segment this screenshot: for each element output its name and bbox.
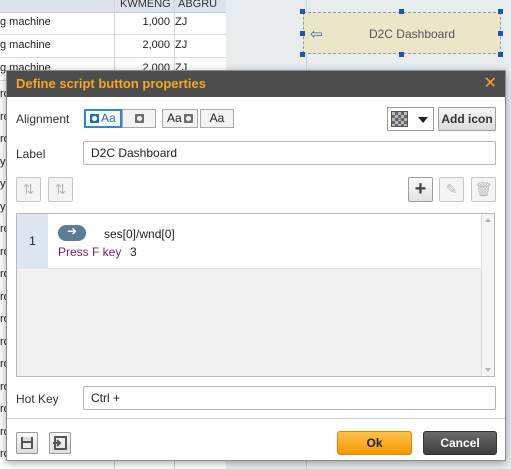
align-icon-only-button[interactable]	[122, 109, 156, 128]
resize-handle[interactable]	[300, 52, 305, 57]
icon-dropdown[interactable]	[387, 107, 434, 131]
cell-description: g machine	[0, 39, 51, 51]
script-step-row[interactable]: 1 ses[0]/wnd[0] Press F key 3	[17, 214, 481, 269]
cell-code: ZJ	[175, 16, 188, 28]
dialog-title: Define script button properties	[16, 76, 206, 91]
row-fragment-text: y	[0, 155, 6, 168]
add-icon-button[interactable]: Add icon	[438, 107, 496, 131]
move-down-icon[interactable]: ⇅	[48, 177, 73, 202]
table-row[interactable]: g machine 1,000 ZJ	[0, 12, 226, 35]
icon-preview	[391, 110, 408, 127]
column-header-kwmeng[interactable]: KWMENG	[120, 0, 171, 10]
arrow-right-icon	[58, 224, 86, 241]
align-text-only-button[interactable]: Aa	[200, 109, 234, 128]
align-option-text: Aa	[101, 111, 116, 125]
resize-handle[interactable]	[300, 9, 305, 14]
image-icon	[90, 114, 99, 123]
resize-handle[interactable]	[399, 9, 404, 14]
align-option-text: Aa	[167, 111, 182, 125]
step-action: Press F key	[58, 245, 122, 259]
cell-quantity: 2,000	[142, 39, 170, 51]
hotkey-input[interactable]: Ctrl +	[83, 386, 496, 410]
trash-icon[interactable]: 🗑	[471, 177, 496, 202]
image-icon	[134, 114, 144, 123]
step-value: 3	[130, 245, 137, 259]
resize-handle[interactable]	[498, 31, 503, 36]
scroll-up-icon[interactable]	[485, 218, 491, 222]
canvas-script-button[interactable]: ⇦ D2C Dashboard	[303, 12, 501, 54]
add-step-icon[interactable]: +	[408, 177, 433, 202]
step-target: ses[0]/wnd[0]	[104, 227, 175, 241]
close-icon[interactable]: ✕	[484, 71, 497, 97]
image-icon	[183, 114, 193, 123]
align-option-text: Aa	[209, 111, 225, 125]
scroll-down-icon[interactable]	[485, 368, 491, 372]
cell-code: ZJ	[175, 39, 188, 51]
column-header-abgru[interactable]: ABGRU	[178, 0, 217, 10]
label-input[interactable]: D2C Dashboard	[83, 141, 496, 165]
vertical-scrollbar[interactable]	[481, 214, 494, 376]
canvas-button-label: D2C Dashboard	[368, 27, 456, 41]
cell-quantity: 1,000	[142, 16, 170, 28]
chevron-down-icon	[418, 117, 428, 123]
import-icon[interactable]	[49, 432, 71, 454]
cell-description: g machine	[0, 16, 51, 28]
dialog-titlebar[interactable]: Define script button properties ✕	[7, 71, 505, 97]
hotkey-caption: Hot Key	[16, 392, 59, 406]
row-fragment-text: y	[0, 178, 6, 190]
save-icon[interactable]	[16, 432, 38, 454]
move-up-icon[interactable]: ⇅	[16, 177, 41, 202]
label-caption: Label	[16, 147, 46, 161]
edit-pencil-icon[interactable]: ✎	[439, 177, 464, 202]
table-row[interactable]: g machine 2,000 ZJ	[0, 35, 226, 58]
align-icon-right-button[interactable]: Aa	[162, 109, 198, 128]
resize-handle[interactable]	[300, 31, 305, 36]
alignment-label: Alignment	[16, 112, 70, 126]
footer-divider	[7, 418, 505, 419]
script-button-dialog: Define script button properties ✕ Alignm…	[6, 70, 506, 461]
row-fragment-text: y	[0, 200, 6, 213]
resize-handle[interactable]	[498, 52, 503, 57]
align-icon-left-button[interactable]: Aa	[84, 109, 122, 128]
ok-button[interactable]: Ok	[337, 431, 412, 455]
resize-handle[interactable]	[399, 52, 404, 57]
script-step-list[interactable]: 1 ses[0]/wnd[0] Press F key 3	[16, 213, 495, 377]
cancel-button[interactable]: Cancel	[423, 431, 497, 455]
step-line-number: 1	[17, 214, 48, 269]
resize-handle[interactable]	[498, 9, 503, 14]
